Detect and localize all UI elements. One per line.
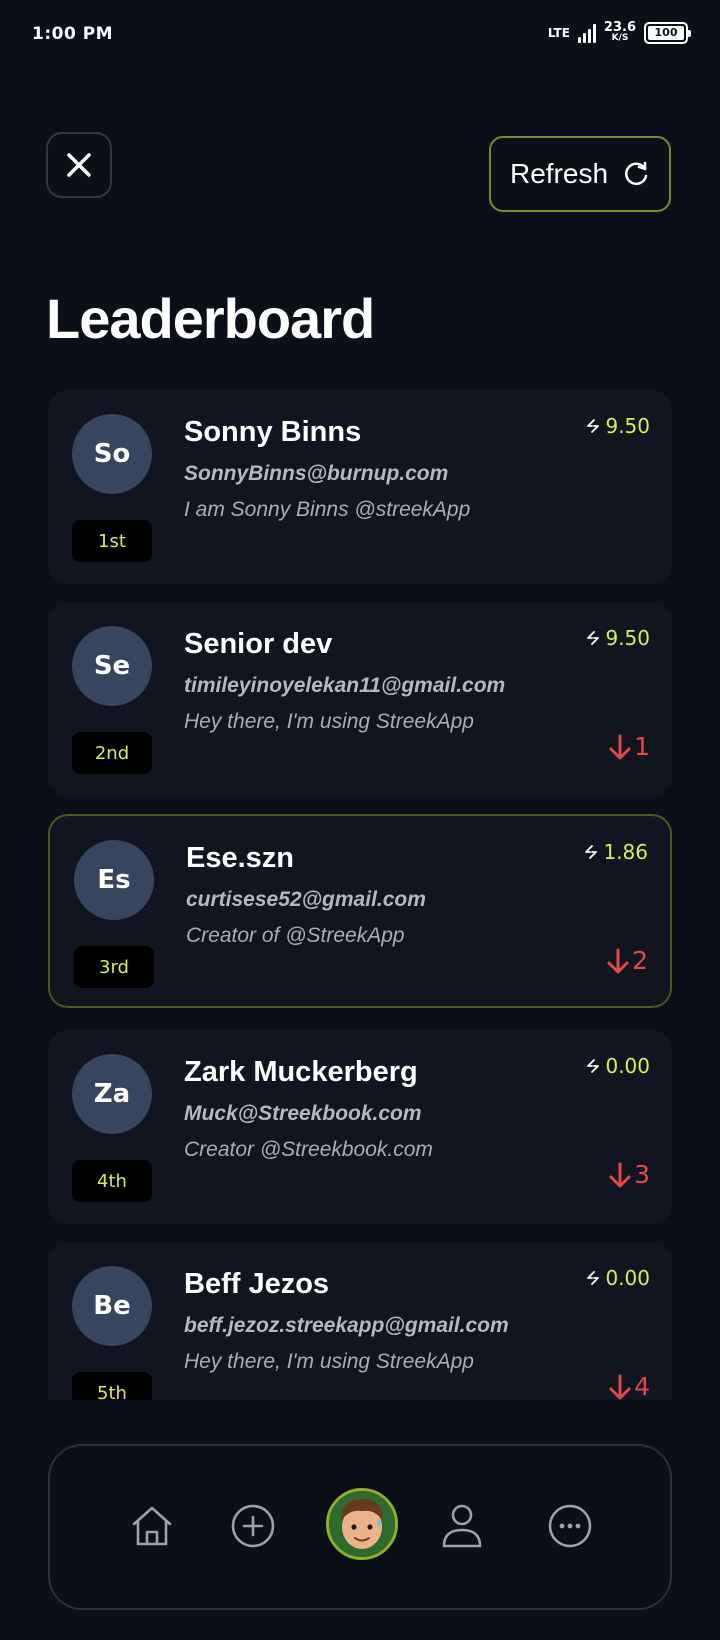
rank-change: 4: [608, 1372, 650, 1400]
arrow-down-icon: [607, 948, 629, 973]
rank-change: 3: [608, 1160, 650, 1189]
battery-icon: 100: [644, 22, 691, 44]
more-icon: [548, 1504, 592, 1548]
user-bio: Creator of @StreekApp: [186, 924, 405, 947]
streak-icon: [587, 1271, 600, 1285]
user-email: SonnyBinns@burnup.com: [184, 462, 449, 485]
nav-add-button[interactable]: [223, 1496, 283, 1556]
user-bio: I am Sonny Binns @streekApp: [184, 498, 471, 521]
rank-badge: 5th: [72, 1372, 152, 1400]
avatar: Za: [72, 1054, 152, 1134]
avatar: Es: [74, 840, 154, 920]
profile-avatar[interactable]: [326, 1488, 398, 1560]
streak-icon: [587, 631, 600, 645]
arrow-down-icon: [609, 1374, 631, 1399]
rank-badge: 3rd: [74, 946, 154, 988]
score-value: 9.50: [605, 626, 650, 650]
close-button[interactable]: [46, 132, 112, 198]
network-speed-value: 23.6: [603, 20, 636, 35]
rank-change-value: 2: [632, 946, 648, 975]
refresh-label: Refresh: [509, 158, 609, 189]
score-value: 0.00: [605, 1054, 650, 1078]
user-name: Beff Jezos: [184, 1268, 330, 1300]
rank-badge: 4th: [72, 1160, 152, 1202]
score-value: 0.00: [605, 1266, 650, 1290]
user-bio: Hey there, I'm using StreekApp: [184, 710, 474, 733]
leaderboard-card[interactable]: Se 2nd Senior dev timileyinoyelekan11@gm…: [48, 602, 672, 796]
user-name: Ese.szn: [186, 842, 294, 874]
streak-icon: [587, 419, 600, 433]
avatar: Be: [72, 1266, 152, 1346]
streak-icon: [585, 845, 598, 859]
rank-change-value: 3: [634, 1160, 650, 1189]
signal-icon: [577, 23, 596, 43]
status-time: 1:00 PM: [32, 24, 114, 44]
rank-badge: 2nd: [72, 732, 152, 774]
leaderboard-card-current-user[interactable]: Es 3rd Ese.szn curtisese52@gmail.com Cre…: [48, 814, 672, 1008]
leaderboard-card[interactable]: So 1st Sonny Binns SonnyBinns@burnup.com…: [48, 390, 672, 584]
refresh-icon: [625, 161, 648, 186]
user-email: curtisese52@gmail.com: [186, 888, 426, 911]
leaderboard-list[interactable]: So 1st Sonny Binns SonnyBinns@burnup.com…: [48, 390, 672, 1400]
nav-profile-button[interactable]: [432, 1496, 492, 1556]
add-circle-icon: [231, 1504, 275, 1548]
user-name: Sonny Binns: [184, 416, 362, 448]
close-icon: [67, 153, 91, 177]
arrow-down-icon: [609, 1162, 631, 1187]
rank-change: 1: [608, 732, 650, 761]
network-type: LTE: [547, 26, 570, 40]
score: 0.00: [585, 1054, 650, 1078]
bottom-nav: [48, 1444, 672, 1610]
score-value: 1.86: [603, 840, 648, 864]
user-name: Zark Muckerberg: [184, 1056, 418, 1088]
arrow-down-icon: [609, 734, 631, 759]
battery-level: 100: [648, 26, 684, 40]
user-name: Senior dev: [184, 628, 333, 660]
person-icon: [442, 1504, 482, 1548]
network-speed: 23.6 K/S: [603, 20, 636, 44]
status-bar: 1:00 PM LTE 23.6 K/S 100: [0, 0, 720, 72]
score: 1.86: [583, 840, 648, 864]
network-speed-unit: K/S: [611, 33, 629, 43]
leaderboard-card[interactable]: Za 4th Zark Muckerberg Muck@Streekbook.c…: [48, 1030, 672, 1224]
rank-badge: 1st: [72, 520, 152, 562]
user-email: timileyinoyelekan11@gmail.com: [184, 674, 506, 697]
memoji-avatar: [329, 1491, 395, 1557]
nav-home-button[interactable]: [122, 1496, 182, 1556]
rank-change: 2: [606, 946, 648, 975]
score: 0.00: [585, 1266, 650, 1290]
user-bio: Creator @Streekbook.com: [184, 1138, 433, 1161]
page-title: Leaderboard: [46, 287, 375, 350]
avatar: Se: [72, 626, 152, 706]
user-bio: Hey there, I'm using StreekApp: [184, 1350, 474, 1373]
nav-more-button[interactable]: [540, 1496, 600, 1556]
user-email: beff.jezoz.streekapp@gmail.com: [184, 1314, 509, 1337]
streak-icon: [587, 1059, 600, 1073]
rank-change-value: 1: [634, 732, 650, 761]
score: 9.50: [585, 626, 650, 650]
score: 9.50: [585, 414, 650, 438]
leaderboard-card[interactable]: Be 5th Beff Jezos beff.jezoz.streekapp@g…: [48, 1242, 672, 1400]
home-icon: [132, 1506, 172, 1546]
status-indicators: LTE 23.6 K/S 100: [547, 20, 691, 44]
avatar: So: [72, 414, 152, 494]
user-email: Muck@Streekbook.com: [184, 1102, 422, 1125]
refresh-button[interactable]: Refresh: [489, 136, 671, 212]
rank-change-value: 4: [634, 1372, 650, 1400]
score-value: 9.50: [605, 414, 650, 438]
